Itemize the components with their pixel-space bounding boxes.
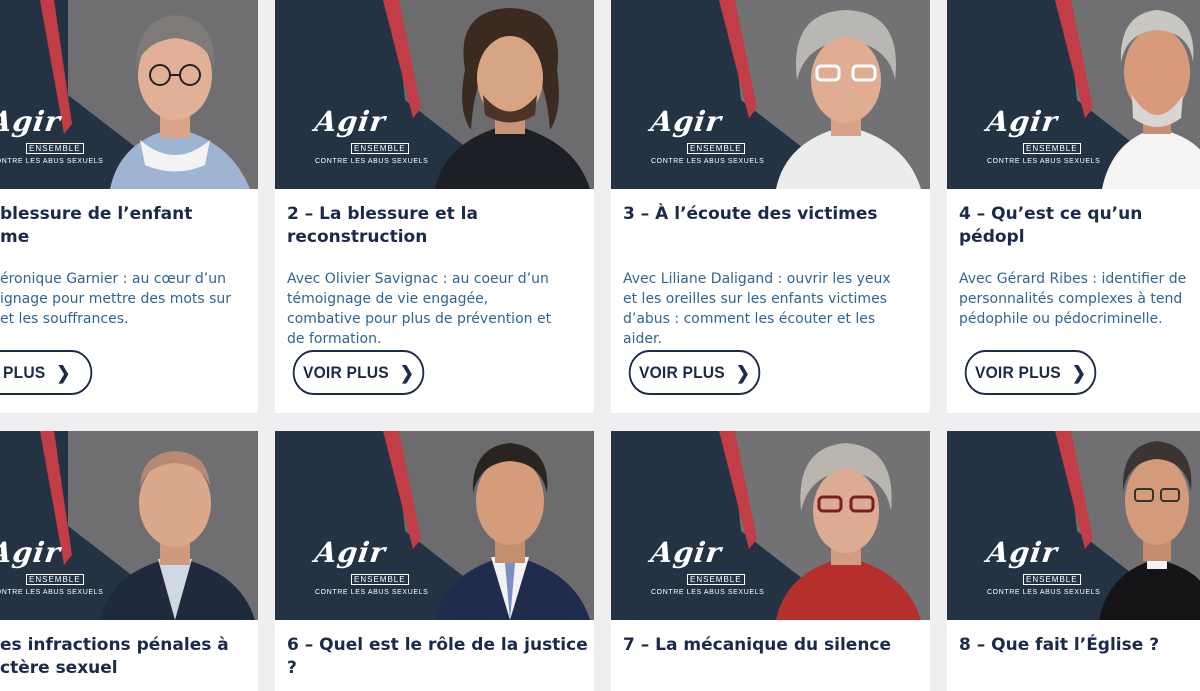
card-thumbnail[interactable]: Agir ENSEMBLE CONTRE LES ABUS SEXUELS: [0, 431, 258, 620]
card-title[interactable]: 7 – La mécanique du silence: [623, 634, 891, 657]
button-label: VOIR PLUS: [974, 362, 1061, 382]
agir-ensemble-logo: Agir ENSEMBLE CONTRE LES ABUS SEXUELS: [312, 536, 429, 596]
agir-ensemble-logo: Agir ENSEMBLE CONTRE LES ABUS SEXUELS: [0, 536, 104, 596]
card-thumbnail[interactable]: Agir ENSEMBLE CONTRE LES ABUS SEXUELS: [275, 0, 594, 189]
card-description: Avec Gérard Ribes : identifier de person…: [959, 271, 1187, 327]
portrait-man-icon: [435, 8, 590, 189]
video-card-2[interactable]: Agir ENSEMBLE CONTRE LES ABUS SEXUELS 2 …: [275, 0, 594, 413]
video-card-4[interactable]: Agir ENSEMBLE CONTRE LES ABUS SEXUELS 4 …: [947, 0, 1200, 413]
agir-ensemble-logo: Agir ENSEMBLE CONTRE LES ABUS SEXUELS: [312, 105, 429, 165]
chevron-right-icon: ❯: [1071, 362, 1087, 383]
chevron-right-icon: ❯: [56, 362, 71, 383]
portrait-woman-icon: [110, 15, 250, 189]
agir-ensemble-logo: Agir ENSEMBLE CONTRE LES ABUS SEXUELS: [0, 105, 104, 165]
video-card-6[interactable]: Agir ENSEMBLE CONTRE LES ABUS SEXUELS 6 …: [275, 431, 594, 691]
card-thumbnail[interactable]: Agir ENSEMBLE CONTRE LES ABUS SEXUELS: [611, 0, 930, 189]
portrait-man-icon: [1102, 10, 1200, 189]
agir-ensemble-logo: Agir ENSEMBLE CONTRE LES ABUS SEXUELS: [648, 105, 765, 165]
card-title[interactable]: 4 – Qu’est ce qu’un pédopl: [959, 203, 1200, 249]
video-card-8[interactable]: Agir ENSEMBLE CONTRE LES ABUS SEXUELS 8 …: [947, 431, 1200, 691]
voir-plus-button[interactable]: VOIR PLUS ❯: [964, 350, 1097, 395]
portrait-man-icon: [435, 443, 590, 620]
voir-plus-button[interactable]: IR PLUS ❯: [0, 350, 93, 395]
card-title[interactable]: 3 – À l’écoute des victimes: [623, 203, 878, 226]
video-card-5[interactable]: Agir ENSEMBLE CONTRE LES ABUS SEXUELS es…: [0, 431, 258, 691]
card-thumbnail[interactable]: Agir ENSEMBLE CONTRE LES ABUS SEXUELS: [947, 0, 1200, 189]
card-description: éronique Garnier : au cœur d’un ignage p…: [0, 271, 232, 327]
card-title[interactable]: 6 – Quel est le rôle de la justice ?: [287, 634, 588, 680]
portrait-woman-icon: [776, 443, 921, 620]
card-title[interactable]: es infractions pénales à ctère sexuel: [0, 634, 229, 680]
video-card-3[interactable]: Agir ENSEMBLE CONTRE LES ABUS SEXUELS 3 …: [611, 0, 930, 413]
card-title[interactable]: 8 – Que fait l’Église ?: [959, 634, 1159, 657]
voir-plus-button[interactable]: VOIR PLUS ❯: [628, 350, 761, 395]
card-thumbnail[interactable]: Agir ENSEMBLE CONTRE LES ABUS SEXUELS: [275, 431, 594, 620]
card-description: Avec Olivier Savignac : au coeur d’un té…: [287, 271, 552, 347]
card-description: Avec Liliane Daligand : ouvrir les yeux …: [623, 271, 891, 347]
card-title[interactable]: 2 – La blessure et la reconstruction: [287, 203, 478, 249]
agir-ensemble-logo: Agir ENSEMBLE CONTRE LES ABUS SEXUELS: [984, 536, 1101, 596]
portrait-woman-icon: [776, 10, 921, 189]
video-card-7[interactable]: Agir ENSEMBLE CONTRE LES ABUS SEXUELS 7 …: [611, 431, 930, 691]
voir-plus-button[interactable]: VOIR PLUS ❯: [292, 350, 425, 395]
card-thumbnail[interactable]: Agir ENSEMBLE CONTRE LES ABUS SEXUELS: [0, 0, 258, 189]
chevron-right-icon: ❯: [399, 362, 415, 383]
button-label: VOIR PLUS: [302, 362, 389, 382]
card-thumbnail[interactable]: Agir ENSEMBLE CONTRE LES ABUS SEXUELS: [947, 431, 1200, 620]
video-card-1[interactable]: Agir ENSEMBLE CONTRE LES ABUS SEXUELS bl…: [0, 0, 258, 413]
button-label: VOIR PLUS: [638, 362, 725, 382]
button-label: IR PLUS: [0, 362, 46, 382]
chevron-right-icon: ❯: [735, 362, 751, 383]
agir-ensemble-logo: Agir ENSEMBLE CONTRE LES ABUS SEXUELS: [648, 536, 765, 596]
portrait-man-icon: [100, 451, 255, 620]
card-thumbnail[interactable]: Agir ENSEMBLE CONTRE LES ABUS SEXUELS: [611, 431, 930, 620]
card-title[interactable]: blessure de l’enfant me: [0, 203, 192, 249]
agir-ensemble-logo: Agir ENSEMBLE CONTRE LES ABUS SEXUELS: [984, 105, 1101, 165]
portrait-man-icon: [1099, 441, 1200, 620]
